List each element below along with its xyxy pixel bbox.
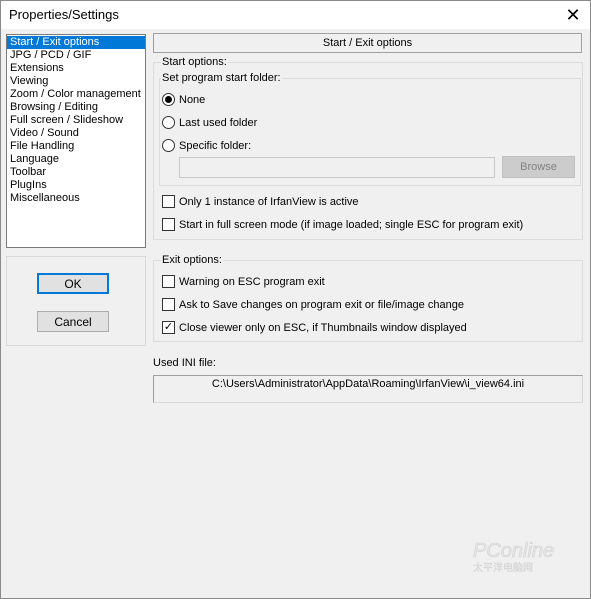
radio-last-used-label: Last used folder [179, 116, 258, 129]
category-item[interactable]: Miscellaneous [7, 192, 145, 205]
close-icon: ✕ [565, 4, 581, 25]
start-options-label: Start options: [161, 56, 228, 68]
category-item[interactable]: Toolbar [7, 166, 145, 179]
warning-esc-checkbox[interactable] [162, 275, 175, 288]
section-header: Start / Exit options [153, 33, 582, 53]
category-item[interactable]: Extensions [7, 62, 145, 75]
category-item[interactable]: Language [7, 153, 145, 166]
start-fullscreen-checkbox[interactable] [162, 218, 175, 231]
close-viewer-checkbox[interactable]: ✓ [162, 321, 175, 334]
category-item[interactable]: Full screen / Slideshow [7, 114, 145, 127]
warning-esc-option[interactable]: Warning on ESC program exit [162, 275, 325, 288]
category-item[interactable]: Zoom / Color management [7, 88, 145, 101]
ask-save-option[interactable]: Ask to Save changes on program exit or f… [162, 298, 464, 311]
title-bar: Properties/Settings ✕ [1, 1, 590, 29]
category-item[interactable]: Video / Sound [7, 127, 145, 140]
browse-button[interactable]: Browse [502, 156, 575, 178]
exit-options-label: Exit options: [161, 254, 223, 266]
only-one-instance-label: Only 1 instance of IrfanView is active [179, 195, 359, 208]
category-item[interactable]: Start / Exit options [7, 36, 145, 49]
ini-file-path: C:\Users\Administrator\AppData\Roaming\I… [153, 375, 583, 403]
ok-button[interactable]: OK [37, 273, 109, 294]
close-button[interactable]: ✕ [556, 1, 590, 29]
category-list[interactable]: Start / Exit options JPG / PCD / GIF Exten… [6, 34, 146, 248]
warning-esc-label: Warning on ESC program exit [179, 275, 325, 288]
ini-file-path-text: C:\Users\Administrator\AppData\Roaming\I… [211, 378, 525, 390]
radio-none[interactable]: None [162, 93, 205, 106]
window-title: Properties/Settings [9, 7, 119, 22]
category-item[interactable]: File Handling [7, 140, 145, 153]
close-viewer-option[interactable]: ✓ Close viewer only on ESC, if Thumbnail… [162, 321, 467, 334]
category-item[interactable]: Viewing [7, 75, 145, 88]
pconline-watermark: PConline 太平洋电脑网 [473, 540, 555, 574]
dialog-buttons-panel: OK Cancel [6, 256, 146, 346]
ask-save-checkbox[interactable] [162, 298, 175, 311]
watermark-brand: PConline [473, 540, 554, 562]
close-viewer-label: Close viewer only on ESC, if Thumbnails … [179, 321, 467, 334]
ask-save-label: Ask to Save changes on program exit or f… [179, 298, 464, 311]
category-item[interactable]: JPG / PCD / GIF [7, 49, 145, 62]
start-fullscreen-option[interactable]: Start in full screen mode (if image load… [162, 218, 523, 231]
watermark-sub: 太平洋电脑网 [473, 561, 533, 574]
category-item[interactable]: PlugIns [7, 179, 145, 192]
radio-specific-label: Specific folder: [179, 139, 252, 152]
start-folder-label: Set program start folder: [161, 72, 282, 84]
radio-last-used-button[interactable] [162, 116, 175, 129]
cancel-button[interactable]: Cancel [37, 311, 109, 332]
start-fullscreen-label: Start in full screen mode (if image load… [179, 218, 524, 231]
check-icon: ✓ [163, 321, 174, 333]
radio-none-button[interactable] [162, 93, 175, 106]
specific-folder-input[interactable] [179, 157, 495, 178]
radio-none-label: None [179, 93, 206, 106]
only-one-instance-checkbox[interactable] [162, 195, 175, 208]
radio-specific[interactable]: Specific folder: [162, 139, 251, 152]
properties-dialog: Properties/Settings ✕ Start / Exit optio… [0, 0, 591, 599]
only-one-instance-option[interactable]: Only 1 instance of IrfanView is active [162, 195, 359, 208]
radio-specific-button[interactable] [162, 139, 175, 152]
category-item[interactable]: Browsing / Editing [7, 101, 145, 114]
ini-file-label: Used INI file: [153, 357, 216, 369]
radio-last-used[interactable]: Last used folder [162, 116, 257, 129]
